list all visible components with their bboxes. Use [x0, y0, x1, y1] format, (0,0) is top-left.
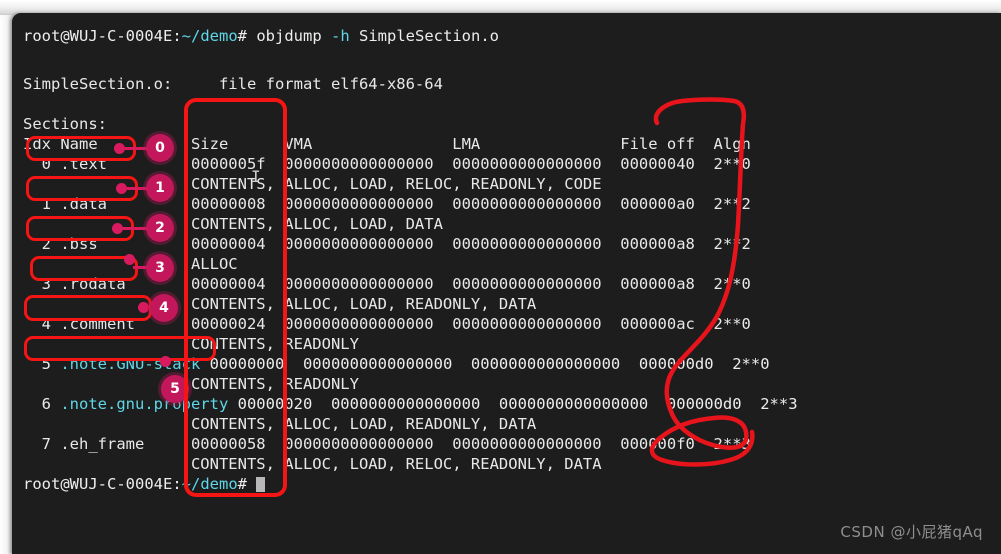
prompt-user-host: root@WUJ-C-0004E	[23, 27, 173, 45]
command-flag: -h	[331, 27, 350, 45]
mouse-ibeam-cursor: I	[251, 167, 261, 186]
trailing-prompt-path: ~/demo	[181, 475, 238, 493]
trailing-prompt-tail: #	[237, 475, 257, 493]
table-column-headers: Idx Name Size VMA LMA File off Algn	[23, 135, 751, 153]
section-row-5: 5 .note.GNU-stack 00000000 0000000000000…	[23, 356, 770, 372]
file-format-line: SimpleSection.o: file format elf64-x86-6…	[23, 75, 443, 93]
section-flags-6: CONTENTS, ALLOC, LOAD, READONLY, DATA	[23, 415, 537, 433]
prompt-tail: #	[237, 27, 257, 45]
sections-label: Sections:	[23, 115, 107, 133]
command-argument: SimpleSection.o	[359, 27, 499, 45]
command-name: objdump	[256, 27, 322, 45]
prompt-separator: :	[172, 27, 182, 45]
section-flags-2: ALLOC	[23, 255, 238, 273]
prompt-path: ~/demo	[181, 27, 238, 45]
csdn-watermark: CSDN @小屁猪qAq	[840, 523, 983, 541]
section-row-0: 0 .text 0000005f 0000000000000000 000000…	[23, 155, 751, 173]
trailing-prompt-separator: :	[172, 475, 182, 493]
section-row-5-idx: 5	[23, 355, 61, 373]
section-row-1: 1 .data 00000008 0000000000000000 000000…	[23, 195, 751, 213]
trailing-prompt-line[interactable]: root@WUJ-C-0004E:~/demo#	[23, 475, 266, 493]
section-flags-0: CONTENTS, ALLOC, LOAD, RELOC, READONLY, …	[23, 175, 602, 193]
screenshot-root: root@WUJ-C-0004E:~/demo# objdump -h Simp…	[0, 0, 1001, 554]
section-row-6-idx: 6	[23, 395, 61, 413]
text-cursor	[256, 477, 266, 492]
section-row-6-name: .note.gnu.property	[60, 395, 229, 413]
section-row-5-name: .note.GNU-stack	[60, 355, 201, 373]
section-row-7: 7 .eh_frame 00000058 0000000000000000 00…	[23, 435, 751, 453]
section-row-3: 3 .rodata 00000004 0000000000000000 0000…	[23, 275, 751, 293]
section-flags-5: CONTENTS, READONLY	[23, 375, 359, 393]
section-flags-3: CONTENTS, ALLOC, LOAD, READONLY, DATA	[23, 295, 537, 313]
section-flags-4: CONTENTS, READONLY	[23, 335, 359, 353]
command-prompt-line: root@WUJ-C-0004E:~/demo# objdump -h Simp…	[23, 28, 499, 44]
section-row-5-rest: 00000000 0000000000000000 00000000000000…	[200, 355, 770, 373]
terminal-text-area[interactable]: root@WUJ-C-0004E:~/demo# objdump -h Simp…	[17, 18, 1001, 554]
section-row-6: 6 .note.gnu.property 00000020 0000000000…	[23, 396, 798, 412]
trailing-prompt-user-host: root@WUJ-C-0004E	[23, 475, 173, 493]
section-row-2: 2 .bss 00000004 0000000000000000 0000000…	[23, 235, 751, 253]
section-flags-1: CONTENTS, ALLOC, LOAD, DATA	[23, 215, 443, 233]
section-row-4: 4 .comment 00000024 0000000000000000 000…	[23, 315, 751, 333]
section-flags-7: CONTENTS, ALLOC, LOAD, RELOC, READONLY, …	[23, 455, 602, 473]
section-row-6-rest: 00000020 0000000000000000 00000000000000…	[228, 395, 798, 413]
terminal-window[interactable]: root@WUJ-C-0004E:~/demo# objdump -h Simp…	[12, 13, 1001, 554]
